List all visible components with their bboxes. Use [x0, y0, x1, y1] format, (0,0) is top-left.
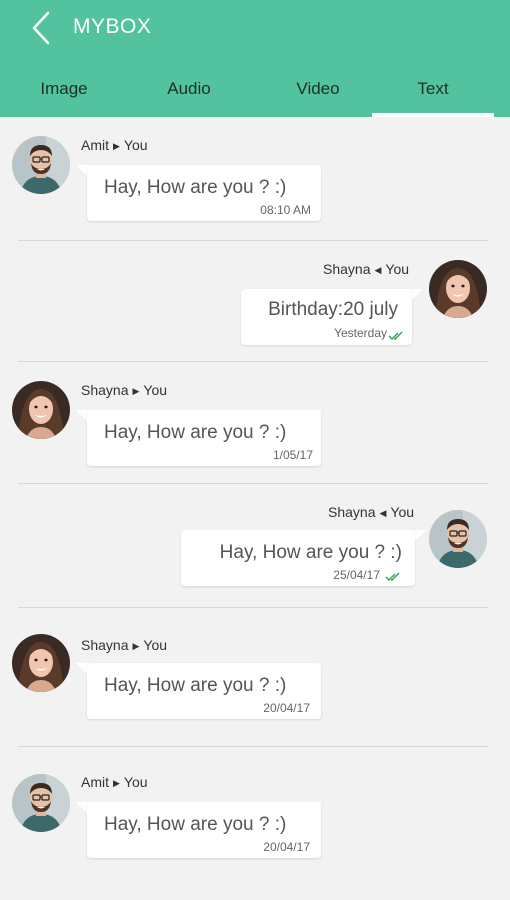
message-meta: Shayna ◀ You: [328, 504, 414, 520]
message-time: Yesterday: [334, 326, 387, 340]
recipient-name: You: [143, 382, 168, 398]
sender-name: Shayna: [81, 637, 129, 653]
avatar-amit: [12, 136, 70, 194]
double-check-icon: [388, 331, 403, 340]
divider: [18, 361, 488, 362]
page-title: MYBOX: [73, 15, 152, 38]
tab-image[interactable]: Image: [0, 72, 128, 117]
arrow-right-icon: ▶: [132, 641, 140, 651]
message-meta: Shayna ▶ You: [81, 382, 167, 398]
sender-name: Shayna: [81, 382, 129, 398]
arrow-right-icon: ▶: [132, 386, 140, 396]
message-bubble[interactable]: Hay, How are you ? :) 20/04/17: [87, 802, 321, 858]
sender-name: Shayna: [323, 261, 371, 277]
app-header: MYBOX Image Audio Video Text: [0, 0, 510, 117]
tab-video[interactable]: Video: [254, 72, 382, 117]
message-meta: Amit ▶ You: [81, 774, 148, 790]
message-time: 20/04/17: [263, 840, 310, 854]
message-text: Hay, How are you ? :): [104, 814, 287, 835]
tab-audio[interactable]: Audio: [125, 72, 253, 117]
message-bubble[interactable]: Hay, How are you ? :) 08:10 AM: [87, 165, 321, 221]
message-bubble[interactable]: Hay, How are you ? :) 20/04/17: [87, 663, 321, 719]
arrow-right-icon: ▶: [113, 778, 120, 788]
double-check-icon: [385, 572, 400, 581]
message-meta: Shayna ▶ You: [81, 637, 167, 653]
message-time: 25/04/17: [333, 568, 380, 582]
avatar-shayna: [429, 260, 487, 318]
arrow-left-icon: ◀: [374, 265, 382, 275]
recipient-name: You: [143, 637, 168, 653]
message-bubble[interactable]: Hay, How are you ? :) 25/04/17: [181, 530, 415, 586]
recipient-name: You: [385, 261, 410, 277]
bubble-tail: [411, 289, 423, 301]
avatar-amit: [429, 510, 487, 568]
message-bubble[interactable]: Birthday:20 july Yesterday: [241, 289, 412, 345]
sender-name: Amit: [81, 137, 109, 153]
message-meta: Shayna ◀ You: [323, 261, 409, 277]
message-text: Hay, How are you ? :): [104, 177, 287, 198]
sender-name: Shayna: [328, 504, 376, 520]
divider: [18, 746, 488, 747]
recipient-name: You: [123, 137, 148, 153]
avatar-shayna: [12, 634, 70, 692]
sender-name: Amit: [81, 774, 109, 790]
divider: [18, 607, 488, 608]
recipient-name: You: [390, 504, 415, 520]
message-text: Hay, How are you ? :): [104, 675, 287, 696]
message-text: Hay, How are you ? :): [104, 422, 287, 443]
message-time: 20/04/17: [263, 701, 310, 715]
message-meta: Amit ▶ You: [81, 137, 148, 153]
avatar-shayna: [12, 381, 70, 439]
recipient-name: You: [123, 774, 148, 790]
arrow-left-icon: ◀: [379, 508, 387, 518]
tab-text[interactable]: Text: [372, 72, 494, 117]
bubble-tail: [414, 530, 426, 542]
message-text: Birthday:20 july: [268, 299, 398, 320]
tab-bar: Image Audio Video Text: [0, 72, 510, 117]
divider: [18, 240, 488, 241]
back-button[interactable]: [24, 10, 58, 46]
message-bubble[interactable]: Hay, How are you ? :) 1/05/17: [87, 410, 321, 466]
message-time: 08:10 AM: [260, 203, 311, 217]
chevron-left-icon: [32, 11, 50, 45]
arrow-right-icon: ▶: [113, 141, 120, 151]
divider: [18, 483, 488, 484]
avatar-amit: [12, 774, 70, 832]
message-time: 1/05/17: [272, 448, 313, 462]
message-text: Hay, How are you ? :): [219, 542, 402, 563]
